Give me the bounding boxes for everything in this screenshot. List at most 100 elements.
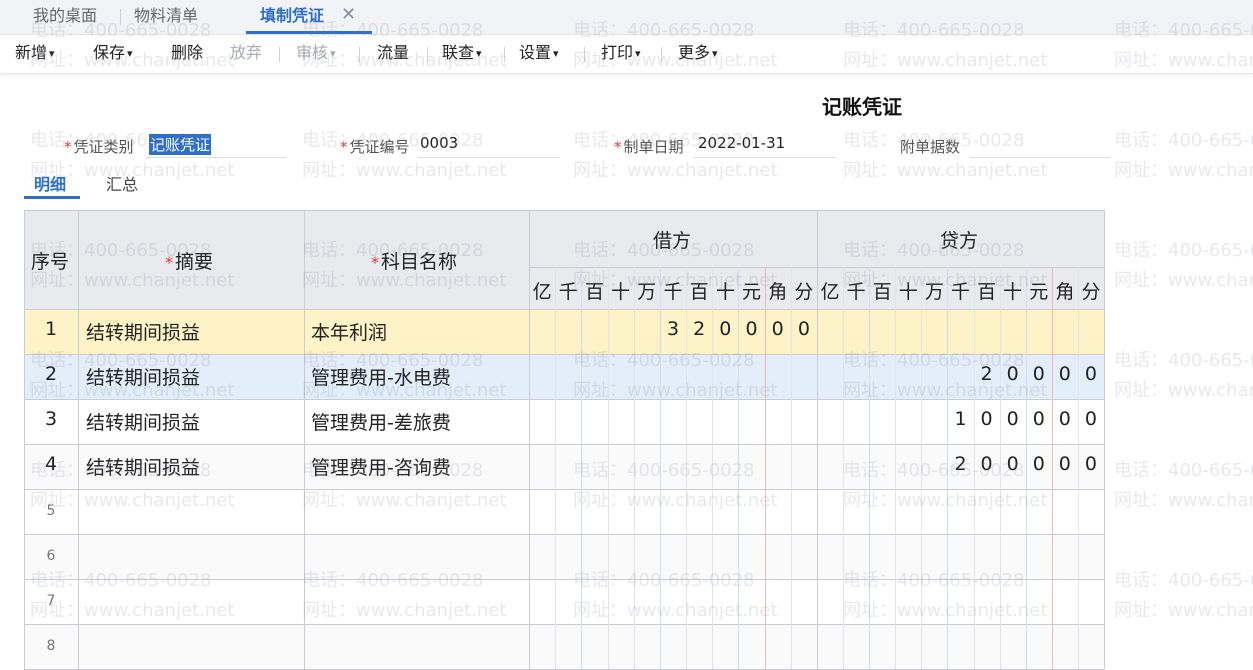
watermark-site: 网址：www.chanjet.net [1114,490,1253,511]
tab-bom[interactable]: 物料清单 [134,0,198,34]
account-cell[interactable]: 本年利润 [311,318,387,345]
watermark-phone: 电话：400-665-0028 [1114,570,1253,591]
chevron-down-icon: ▾ [635,47,641,60]
debit-digit: 3 [666,318,680,340]
column-header-credit-unit: 元 [1029,281,1049,303]
summary-cell[interactable]: 结转期间损益 [86,318,200,345]
account-cell[interactable]: 管理费用-水电费 [311,363,451,390]
toolbar-separator [584,47,585,62]
credit-digit: 1 [954,408,967,430]
table-row[interactable] [24,534,1104,579]
inquiry-button[interactable]: 联查 ▾ [442,35,482,73]
toolbar-separator [279,47,280,62]
toolbar-separator [504,47,505,62]
grid-row-divider [24,624,1104,625]
column-header-summary: * 摘要 [165,247,213,274]
save-button[interactable]: 保存 ▾ [93,35,133,73]
watermark-phone: 电话：400-665-0028 [1114,350,1253,371]
column-header-summary-text: 摘要 [175,251,214,273]
column-header-debit-unit: 百 [689,281,709,303]
tab-separator [120,9,121,25]
voucher-number-input[interactable]: 0003 [420,134,458,152]
watermark-site: 网址：www.chanjet.net [843,160,1048,181]
close-icon[interactable]: ✕ [341,4,356,25]
abandon-button[interactable]: 放弃 [230,35,262,73]
watermark-site: 网址：www.chanjet.net [1114,380,1253,401]
watermark-site: 网址：www.chanjet.net [1114,600,1253,621]
credit-digit: 0 [1058,363,1071,385]
save-button-label: 保存 [93,43,126,62]
column-header-debit-unit: 万 [637,281,657,303]
row-seq: 7 [46,593,56,609]
attachment-count-underline [970,157,1110,158]
column-header-credit-unit: 千 [950,281,970,303]
table-row[interactable] [24,489,1104,534]
watermark-phone: 电话：400-665-0028 [1114,240,1253,261]
page-title: 记账凭证 [822,95,902,119]
delete-button[interactable]: 删除 [171,35,203,73]
voucher-date-underline [694,157,836,158]
row-seq: 1 [44,318,58,340]
grid-column-divider [817,210,818,669]
grid-row-divider [24,354,1104,355]
chevron-down-icon: ▾ [127,47,133,60]
tab-voucher-entry[interactable]: 填制凭证 [260,0,324,34]
column-header-credit-unit: 亿 [820,281,840,303]
active-subtab-indicator [24,196,80,199]
subtab-detail[interactable]: 明细 [34,171,66,195]
credit-digit: 0 [1006,453,1019,475]
voucher-type-underline [146,157,286,158]
voucher-type-input[interactable]: 记账凭证 [149,134,212,155]
column-header-debit-unit: 十 [611,281,631,303]
table-row[interactable] [24,579,1104,624]
print-button[interactable]: 打印 ▾ [601,35,641,73]
audit-button[interactable]: 审核 ▾ [296,35,336,73]
flow-button[interactable]: 流量 [377,35,409,73]
grid-digit-divider [581,267,583,669]
account-cell[interactable]: 管理费用-差旅费 [311,408,451,435]
summary-cell[interactable]: 结转期间损益 [86,408,200,435]
summary-cell[interactable]: 结转期间损益 [86,363,200,390]
toolbar-separator [427,47,428,62]
column-header-account-text: 科目名称 [381,251,458,273]
required-mark: * [340,138,348,156]
grid-row-divider [24,309,1104,310]
grid-row-divider [24,579,1104,580]
more-button[interactable]: 更多 ▾ [678,35,718,73]
credit-digit: 0 [1006,363,1019,385]
tab-desktop[interactable]: 我的桌面 [33,0,97,34]
column-header-credit-unit: 千 [846,281,866,303]
settings-button[interactable]: 设置 ▾ [519,35,559,73]
grid-digit-divider [895,267,897,669]
subtab-summary[interactable]: 汇总 [106,171,138,195]
attachment-count-label: 附单据数 [900,138,961,156]
credit-digit: 0 [1032,363,1045,385]
grid-column-divider [1104,210,1105,669]
active-tab-indicator [246,31,372,34]
voucher-number-label-text: 凭证编号 [349,138,410,156]
grid-column-divider [529,210,530,669]
row-seq: 2 [44,363,58,385]
column-header-seq: 序号 [31,251,70,273]
grid-row-divider [24,534,1104,535]
voucher-date-label-text: 制单日期 [623,138,684,156]
table-row[interactable] [24,624,1104,669]
chevron-down-icon: ▾ [553,47,559,60]
column-header-credit-unit: 百 [977,281,997,303]
watermark: 电话：400-665-0028 网址：www.chanjet.net [1114,566,1253,626]
inquiry-button-label: 联查 [442,43,475,62]
credit-digit: 0 [1084,453,1097,475]
required-mark: * [64,138,72,156]
column-header-credit-unit: 分 [1081,281,1101,303]
watermark: 电话：400-665-0028 网址：www.chanjet.net [1114,126,1253,186]
column-header-debit-unit: 十 [715,281,735,303]
column-header-debit: 借方 [653,230,692,252]
column-header-debit-unit: 元 [742,281,762,303]
summary-cell[interactable]: 结转期间损益 [86,453,200,480]
voucher-date-input[interactable]: 2022-01-31 [698,134,785,152]
row-seq: 5 [46,503,56,519]
settings-button-label: 设置 [519,43,552,62]
account-cell[interactable]: 管理费用-咨询费 [311,453,451,480]
new-button[interactable]: 新增 ▾ [15,35,55,73]
column-header-credit: 贷方 [940,230,979,252]
